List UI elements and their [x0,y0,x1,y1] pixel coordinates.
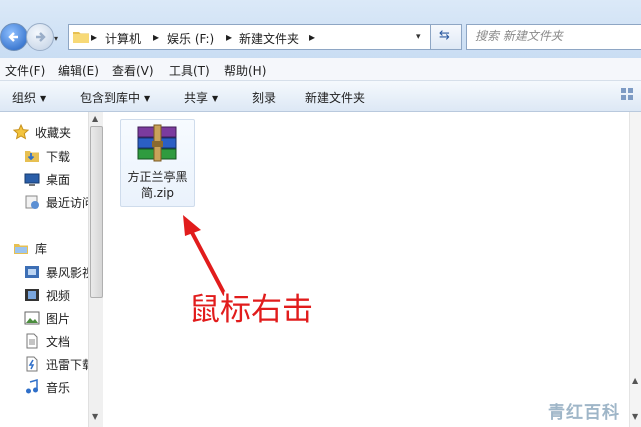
menu-file[interactable]: 文件(F) [5,62,45,79]
scroll-down-icon[interactable]: ▼ [632,412,638,421]
nav-libraries-label: 库 [35,242,48,256]
address-bar-area: ▾ ▸ 计算机 ▸ 娱乐 (F:) ▸ 新建文件夹 ▸ ▾ ⇆ [0,0,641,58]
scroll-down-icon[interactable]: ▼ [92,412,98,421]
refresh-icon: ⇆ [439,28,450,43]
crumb-separator[interactable]: ▸ [226,30,232,44]
scroll-up-icon[interactable]: ▲ [92,114,98,123]
nav-scrollbar[interactable]: ▲ ▼ [88,112,103,427]
document-icon [26,333,38,349]
crumb-separator[interactable]: ▸ [309,30,315,44]
video-icon [25,289,39,301]
recent-pages-dropdown[interactable]: ▾ [54,34,58,43]
nav-videos-label: 视频 [46,289,71,303]
menu-help[interactable]: 帮助(H) [224,62,266,79]
arrow-left-icon [8,32,18,42]
menu-view[interactable]: 查看(V) [112,62,154,79]
refresh-button[interactable]: ⇆ [430,24,462,50]
forward-button[interactable] [26,23,54,51]
crumb-computer[interactable]: 计算机 [105,30,141,47]
video-library-icon [25,266,39,278]
address-dropdown[interactable]: ▾ [416,32,421,42]
arrow-right-icon [36,32,46,42]
dropdown-arrow-icon: ▼ [212,94,219,103]
include-in-library-button[interactable]: 包含到库中 ▼ [80,89,150,106]
nav-pictures-label: 图片 [46,312,71,326]
dropdown-arrow-icon: ▼ [144,94,151,103]
crumb-folder[interactable]: 新建文件夹 [239,30,299,47]
command-bar: 组织 ▼ 包含到库中 ▼ 共享 ▼ 刻录 新建文件夹 [0,81,641,112]
burn-button[interactable]: 刻录 [252,89,276,106]
crumb-drive[interactable]: 娱乐 (F:) [167,30,214,47]
menu-bar: 文件(F) 编辑(E) 查看(V) 工具(T) 帮助(H) [0,58,641,81]
star-icon [13,124,29,140]
folder-icon [73,32,89,43]
menu-tools[interactable]: 工具(T) [169,62,210,79]
crumb-separator[interactable]: ▸ [91,30,97,44]
file-list-pane[interactable]: 方正兰亭黑简.zip 鼠标右击 ▲ ▼ [103,112,641,427]
address-box[interactable]: ▸ 计算机 ▸ 娱乐 (F:) ▸ 新建文件夹 ▸ ▾ [68,24,458,50]
scroll-up-icon[interactable]: ▲ [632,376,638,385]
crumb-separator[interactable]: ▸ [153,30,159,44]
search-input[interactable] [473,28,637,44]
share-button[interactable]: 共享 ▼ [184,89,218,106]
back-button[interactable] [0,23,28,51]
navigation-pane: 收藏夹 下载 桌面 最近访问 库 暴风影视 视频 图片 文档 迅雷下载 音乐 [0,112,88,427]
nav-desktop-label: 桌面 [46,173,71,187]
nav-thunder-label: 迅雷下载 [46,358,88,372]
search-box[interactable] [466,24,641,50]
dropdown-arrow-icon: ▼ [40,94,47,103]
nav-downloads-label: 下载 [46,150,71,164]
menu-edit[interactable]: 编辑(E) [58,62,99,79]
include-label: 包含到库中 [80,91,141,105]
nav-favorites-label: 收藏夹 [35,126,72,140]
nav-recent-label: 最近访问 [46,196,88,210]
organize-button[interactable]: 组织 ▼ [12,89,46,106]
nav-video-library-label: 暴风影视 [46,266,88,280]
content-scrollbar[interactable]: ▲ ▼ [629,112,641,427]
organize-label: 组织 [12,91,37,105]
nav-documents-label: 文档 [46,335,71,349]
picture-icon [24,311,40,325]
library-icon [14,244,28,254]
annotation-text: 鼠标右击 [189,292,313,328]
music-icon [26,379,38,394]
watermark: 青红百科 [548,403,620,423]
desktop-icon [24,173,40,186]
new-folder-button[interactable]: 新建文件夹 [305,89,365,106]
nav-music-label: 音乐 [46,381,71,395]
recent-places-icon [25,195,39,209]
thunder-download-icon [26,356,38,372]
change-view-icon[interactable] [620,87,634,101]
share-label: 共享 [184,91,209,105]
download-folder-icon [25,151,39,162]
scroll-thumb[interactable] [90,126,103,298]
